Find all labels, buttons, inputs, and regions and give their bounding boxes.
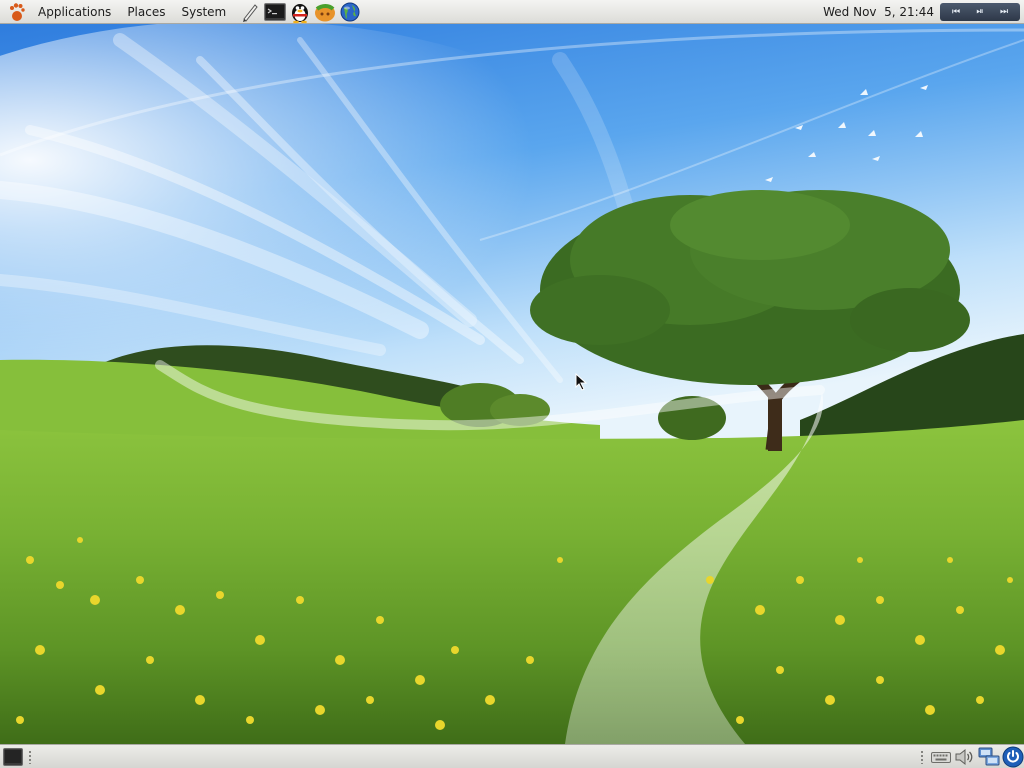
mouse-cursor	[575, 373, 588, 391]
volume-icon	[955, 748, 973, 765]
web-browser-launcher[interactable]	[338, 1, 362, 23]
qq-messenger-launcher[interactable]	[288, 1, 312, 23]
wallpaper-landscape	[0, 0, 1024, 744]
power-icon	[1002, 746, 1024, 767]
power-tray-item[interactable]	[1002, 746, 1024, 768]
system-menu[interactable]: System	[173, 0, 234, 24]
applications-menu-label: Applications	[38, 4, 112, 19]
show-desktop-icon	[3, 747, 23, 766]
text-editor-launcher[interactable]	[238, 1, 262, 23]
penguin-icon	[292, 3, 309, 23]
top-panel: Applications Places System Wed Nov 5, 21…	[0, 0, 1024, 24]
gnome-foot-icon[interactable]	[6, 1, 28, 23]
media-controls: ⏮ ⏯ ⏭	[940, 2, 1020, 21]
keyboard-tray-item[interactable]	[930, 746, 952, 768]
globe-icon	[340, 2, 360, 21]
terminal-icon	[264, 2, 287, 21]
text-editor-icon	[243, 3, 258, 22]
terminal-launcher[interactable]	[263, 1, 287, 23]
desktop[interactable]: Applications Places System Wed Nov 5, 21…	[0, 0, 1024, 768]
next-track-button[interactable]: ⏭	[992, 3, 1016, 21]
applications-menu[interactable]: Applications	[30, 0, 119, 24]
show-desktop-button[interactable]	[2, 747, 24, 767]
play-pause-button[interactable]: ⏯	[968, 3, 992, 21]
panel-drag-handle[interactable]	[28, 749, 32, 764]
previous-track-button[interactable]: ⏮	[944, 3, 968, 21]
launcher-bar	[238, 1, 363, 23]
places-menu[interactable]: Places	[119, 0, 173, 24]
volume-tray-item[interactable]	[954, 746, 976, 768]
clock[interactable]: Wed Nov 5, 21:44	[817, 5, 940, 19]
bottom-panel	[0, 744, 1024, 768]
network-icon	[978, 747, 1000, 765]
places-menu-label: Places	[127, 4, 166, 19]
keyboard-icon	[931, 751, 951, 763]
game-icon	[315, 3, 336, 21]
system-menu-label: System	[181, 4, 227, 19]
network-tray-item[interactable]	[978, 746, 1000, 768]
notification-area	[916, 745, 1024, 768]
game-launcher[interactable]	[313, 1, 337, 23]
tray-drag-handle[interactable]	[920, 749, 924, 764]
